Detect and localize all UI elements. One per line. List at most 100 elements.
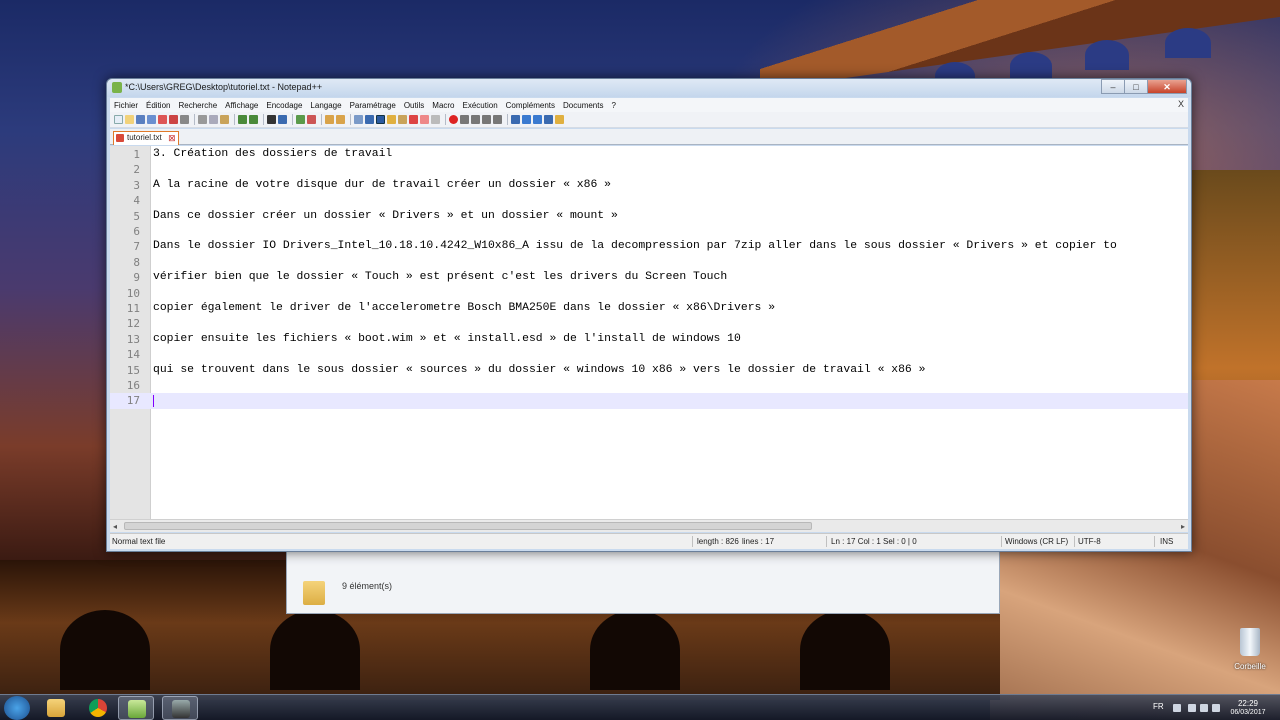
- editor-line[interactable]: 7 Dans le dossier IO Drivers_Intel_10.18.…: [110, 239, 1188, 254]
- editor-line[interactable]: 3 A la racine de votre disque dur de trav…: [110, 178, 1188, 193]
- network-icon[interactable]: [1200, 704, 1208, 712]
- compare-icon[interactable]: [544, 115, 553, 124]
- editor-line[interactable]: 2: [110, 162, 1188, 177]
- language-indicator[interactable]: FR: [1153, 702, 1164, 711]
- scrollbar-thumb[interactable]: [124, 522, 812, 530]
- editor-line[interactable]: 12: [110, 316, 1188, 331]
- status-bar: Normal text file length : 826 lines : 17…: [110, 533, 1188, 549]
- taskbar-app[interactable]: [162, 696, 198, 720]
- close-file-icon[interactable]: [158, 115, 167, 124]
- editor-line[interactable]: 14: [110, 347, 1188, 362]
- zoom-out-icon[interactable]: [307, 115, 316, 124]
- zoom-in-icon[interactable]: [296, 115, 305, 124]
- editor-line[interactable]: 6: [110, 224, 1188, 239]
- open-file-icon[interactable]: [125, 115, 134, 124]
- sync-horizontal-icon[interactable]: [336, 115, 345, 124]
- menu-parametrage[interactable]: Paramétrage: [346, 101, 400, 110]
- taskbar-explorer[interactable]: [38, 696, 74, 720]
- editor-line[interactable]: 4: [110, 193, 1188, 208]
- sync-vertical-icon[interactable]: [325, 115, 334, 124]
- undo-icon[interactable]: [238, 115, 247, 124]
- menu-help[interactable]: ?: [607, 101, 619, 110]
- menu-edition[interactable]: Édition: [142, 101, 174, 110]
- start-button[interactable]: [4, 696, 30, 720]
- maximize-button[interactable]: □: [1124, 79, 1148, 94]
- editor-line[interactable]: 15 qui se trouvent dans le sous dossier «…: [110, 363, 1188, 378]
- folder-workspace-icon[interactable]: [420, 115, 429, 124]
- menu-outils[interactable]: Outils: [400, 101, 428, 110]
- close-document-button[interactable]: X: [1178, 99, 1184, 109]
- menu-complements[interactable]: Compléments: [502, 101, 559, 110]
- replace-icon[interactable]: [278, 115, 287, 124]
- minimize-button[interactable]: –: [1101, 79, 1125, 94]
- editor-line[interactable]: 5 Dans ce dossier créer un dossier « Driv…: [110, 209, 1188, 224]
- word-wrap-icon[interactable]: [354, 115, 363, 124]
- editor-line[interactable]: 8: [110, 255, 1188, 270]
- udl-icon[interactable]: [387, 115, 396, 124]
- show-all-chars-icon[interactable]: [365, 115, 374, 124]
- cut-icon[interactable]: [198, 115, 207, 124]
- title-bar[interactable]: *C:\Users\GREG\Desktop\tutoriel.txt - No…: [107, 79, 1191, 97]
- line-number: 5: [133, 209, 140, 223]
- taskbar: FR 22:29 06/03/2017: [0, 694, 1280, 720]
- flag-icon[interactable]: [1188, 704, 1196, 712]
- menu-macro[interactable]: Macro: [428, 101, 458, 110]
- explorer-window[interactable]: 9 élément(s): [286, 550, 1000, 614]
- horizontal-scrollbar[interactable]: ◂ ▸: [110, 519, 1188, 532]
- save-all-icon[interactable]: [147, 115, 156, 124]
- scroll-left-icon[interactable]: ◂: [113, 520, 117, 533]
- menu-langage[interactable]: Langage: [306, 101, 345, 110]
- line-number: 13: [126, 332, 140, 346]
- close-button[interactable]: ✕: [1147, 79, 1187, 94]
- new-file-icon[interactable]: [114, 115, 123, 124]
- play-macro-icon[interactable]: [471, 115, 480, 124]
- function-list-icon[interactable]: [409, 115, 418, 124]
- indent-guide-icon[interactable]: [376, 115, 385, 124]
- show-hidden-icons-icon[interactable]: [1173, 704, 1181, 712]
- menu-documents[interactable]: Documents: [559, 101, 607, 110]
- editor-line[interactable]: 13 copier ensuite les fichiers « boot.wim…: [110, 332, 1188, 347]
- explorer-item-count: 9 élément(s): [342, 581, 393, 591]
- menu-affichage[interactable]: Affichage: [221, 101, 262, 110]
- run-macro-multiple-icon[interactable]: [482, 115, 491, 124]
- menu-execution[interactable]: Exécution: [459, 101, 502, 110]
- record-macro-icon[interactable]: [449, 115, 458, 124]
- close-all-icon[interactable]: [169, 115, 178, 124]
- arrow-down-icon[interactable]: [533, 115, 542, 124]
- paste-icon[interactable]: [220, 115, 229, 124]
- save-icon[interactable]: [136, 115, 145, 124]
- editor-line[interactable]: 9 vérifier bien que le dossier « Touch » …: [110, 270, 1188, 285]
- text-editor[interactable]: 1 3. Création des dossiers de travail 2 3 A …: [110, 146, 1188, 519]
- menu-recherche[interactable]: Recherche: [174, 101, 221, 110]
- plugin-icon[interactable]: [511, 115, 520, 124]
- editor-line[interactable]: 1 3. Création des dossiers de travail: [110, 147, 1188, 162]
- volume-icon[interactable]: [1212, 704, 1220, 712]
- editor-line[interactable]: 16: [110, 378, 1188, 393]
- redo-icon[interactable]: [249, 115, 258, 124]
- tab-close-button[interactable]: ⊠: [168, 132, 176, 144]
- taskbar-chrome[interactable]: [80, 696, 116, 720]
- editor-line[interactable]: 10: [110, 286, 1188, 301]
- recycle-bin[interactable]: Corbeille: [1232, 628, 1268, 678]
- print-icon[interactable]: [180, 115, 189, 124]
- stop-macro-icon[interactable]: [460, 115, 469, 124]
- menu-encodage[interactable]: Encodage: [262, 101, 306, 110]
- save-macro-icon[interactable]: [493, 115, 502, 124]
- window-title: *C:\Users\GREG\Desktop\tutoriel.txt - No…: [125, 82, 323, 92]
- spellcheck-icon[interactable]: [555, 115, 564, 124]
- line-number: 4: [133, 194, 140, 208]
- clock-time[interactable]: 22:29: [1226, 699, 1270, 708]
- notepadpp-window[interactable]: *C:\Users\GREG\Desktop\tutoriel.txt - No…: [106, 78, 1192, 552]
- editor-line[interactable]: 17: [110, 393, 1188, 409]
- doc-map-icon[interactable]: [398, 115, 407, 124]
- scroll-right-icon[interactable]: ▸: [1181, 520, 1185, 533]
- clock-date[interactable]: 06/03/2017: [1226, 709, 1270, 716]
- monitoring-icon[interactable]: [431, 115, 440, 124]
- find-icon[interactable]: [267, 115, 276, 124]
- copy-icon[interactable]: [209, 115, 218, 124]
- taskbar-notepadpp[interactable]: [118, 696, 154, 720]
- menu-fichier[interactable]: Fichier: [110, 101, 142, 110]
- arrow-up-icon[interactable]: [522, 115, 531, 124]
- editor-line[interactable]: 11 copier également le driver de l'accele…: [110, 301, 1188, 316]
- tab-tutoriel[interactable]: tutoriel.txt ⊠: [113, 131, 179, 145]
